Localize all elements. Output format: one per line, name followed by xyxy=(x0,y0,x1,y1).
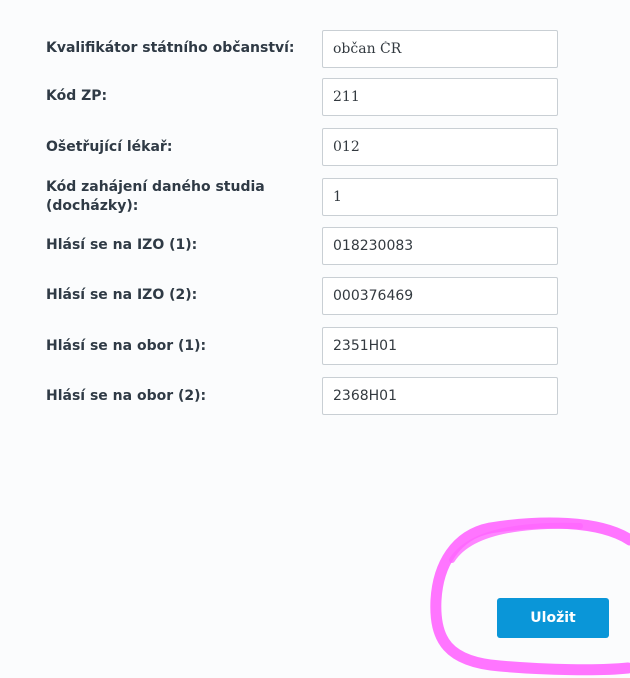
field-label: Kód zahájení daného studia (docházky): xyxy=(46,179,265,214)
izo-2-input[interactable] xyxy=(322,277,558,315)
field-label: Hlásí se na obor (2): xyxy=(46,388,207,404)
field-label: Hlásí se na obor (1): xyxy=(46,338,207,354)
field-label: Kvalifikátor státního občanství: xyxy=(46,40,295,56)
study-field-1-input[interactable] xyxy=(322,327,558,365)
attending-doctor-input[interactable] xyxy=(322,128,558,166)
field-label: Hlásí se na IZO (2): xyxy=(46,287,198,303)
form-panel: Kvalifikátor státního občanství: Kód ZP:… xyxy=(0,0,630,678)
izo-1-input[interactable] xyxy=(322,227,558,265)
field-label: Ošetřující lékař: xyxy=(46,139,173,155)
citizenship-qualifier-input[interactable] xyxy=(322,30,558,68)
save-button[interactable]: Uložit xyxy=(497,598,609,638)
study-field-2-input[interactable] xyxy=(322,377,558,415)
insurance-code-input[interactable] xyxy=(322,78,558,116)
field-label: Kód ZP: xyxy=(46,88,108,104)
field-label: Hlásí se na IZO (1): xyxy=(46,237,198,253)
study-start-code-input[interactable] xyxy=(322,178,558,216)
